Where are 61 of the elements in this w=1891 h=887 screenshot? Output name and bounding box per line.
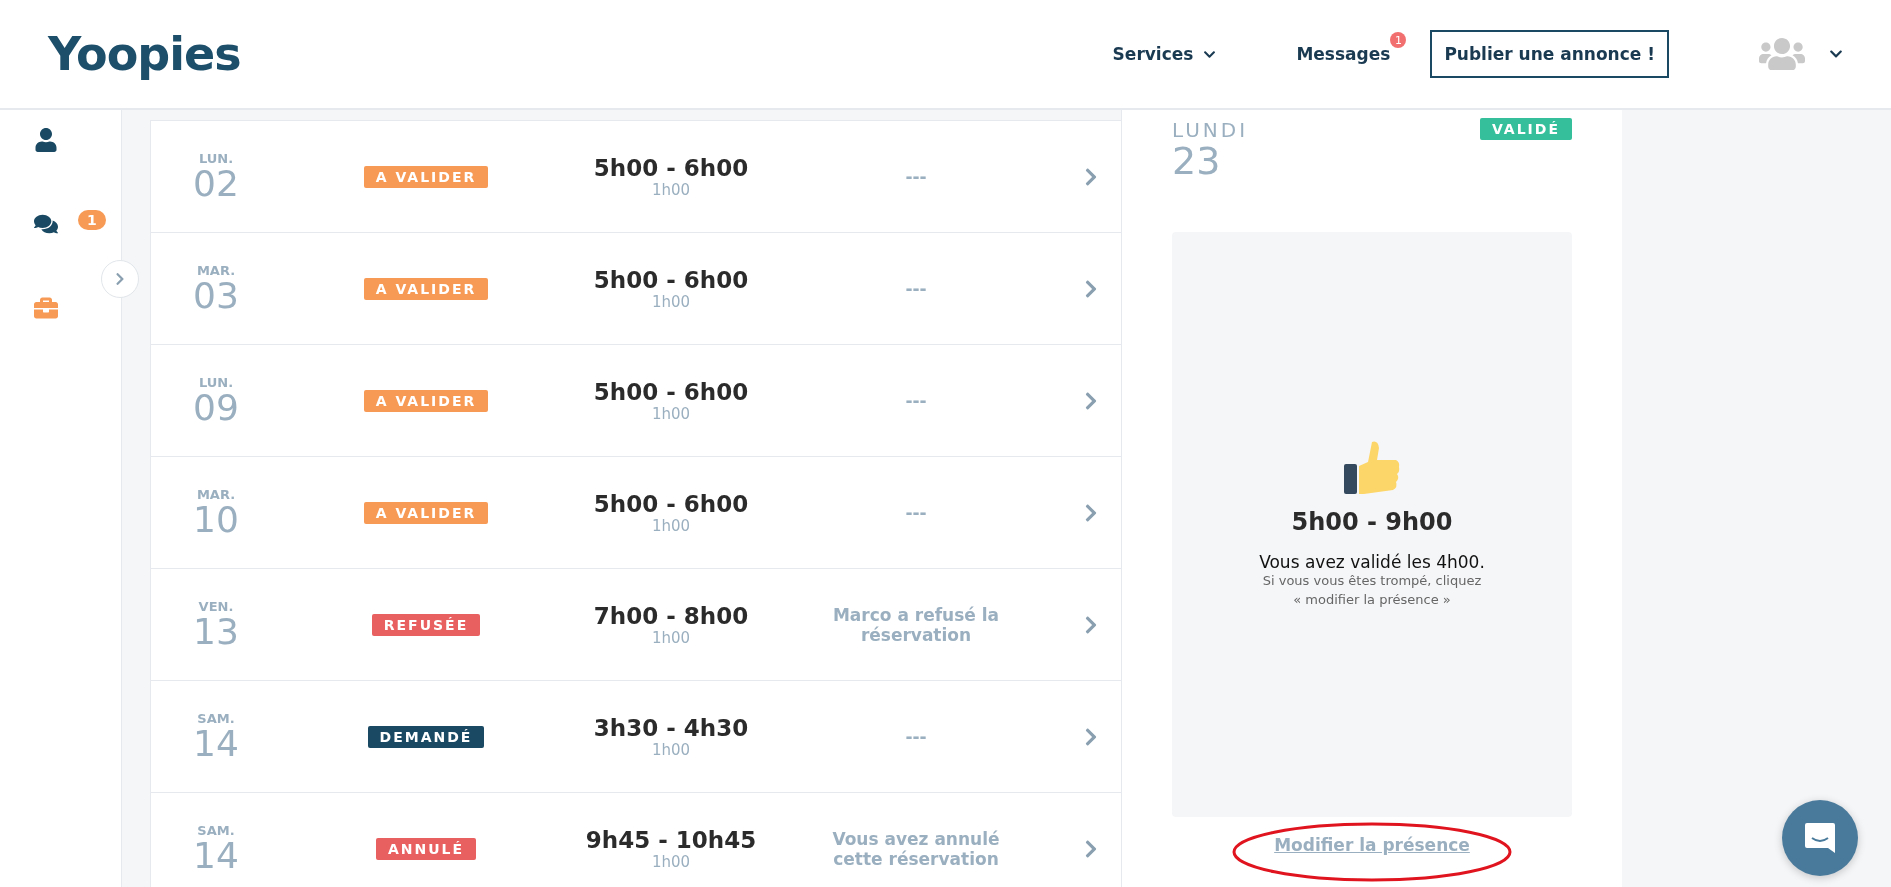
weekday-label: LUN. (198, 375, 234, 390)
notification-badge: 1 (1390, 32, 1407, 48)
nav-link[interactable]: Services (1112, 44, 1217, 64)
briefcase-icon[interactable] (34, 296, 58, 320)
chat-button[interactable] (1782, 800, 1858, 876)
time-range: 5h00 - 6h00 (593, 154, 749, 181)
hint-text: Si vous vous êtes trompé, cliquez « modifier la présence » (1262, 572, 1482, 609)
day-number: 03 (193, 278, 239, 314)
thumbs-up-icon (1344, 440, 1400, 497)
publish-button[interactable]: Publier une annonce ! (1430, 30, 1669, 78)
status-badge: A VALIDER (363, 277, 489, 300)
duration-text: 1h00 (651, 180, 691, 199)
nav-link[interactable]: Messages (1296, 44, 1391, 64)
weekday-label: SAM. (197, 711, 235, 726)
duration-text: 1h00 (651, 516, 691, 535)
day-number: 10 (193, 502, 239, 538)
status-badge: A VALIDER (363, 501, 489, 524)
day-number: 23 (1172, 142, 1222, 180)
booking-note: --- (904, 502, 928, 523)
time-range: 5h00 - 6h00 (593, 490, 749, 517)
booking-note: Marco a refusé la réservation (831, 604, 1001, 645)
time-range: 5h00 - 6h00 (593, 378, 749, 405)
duration-text: 1h00 (651, 852, 691, 871)
status-badge: ANNULÉ (375, 837, 477, 860)
user-icon[interactable] (34, 128, 58, 152)
status-badge: REFUSÉE (371, 613, 481, 636)
count-badge: 1 (78, 210, 106, 230)
duration-text: 1h00 (651, 740, 691, 759)
weekday-label: LUN. (198, 151, 234, 166)
confirmation-message: Vous avez validé les 4h00. (1259, 552, 1485, 573)
day-number: 14 (193, 838, 239, 874)
time-range: 5h00 - 6h00 (593, 266, 749, 293)
day-number: 02 (193, 166, 239, 202)
duration-text: 1h00 (651, 628, 691, 647)
time-range: 5h00 - 9h00 (1291, 508, 1453, 537)
status-badge: VALIDÉ (1479, 118, 1572, 140)
booking-note: --- (904, 726, 928, 747)
booking-note: --- (904, 166, 928, 187)
weekday-label: MAR. (196, 487, 236, 502)
day-number: 13 (193, 614, 239, 650)
weekday-label: VEN. (198, 599, 234, 614)
status-badge: A VALIDER (363, 165, 489, 188)
time-range: 9h45 - 10h45 (585, 826, 757, 853)
duration-text: 1h00 (651, 404, 691, 423)
chat-icon[interactable] (34, 212, 58, 236)
logo[interactable]: Yoopies (48, 27, 241, 81)
booking-note: Vous avez annulé cette réservation (831, 828, 1001, 869)
booking-note: --- (904, 390, 928, 411)
weekday-label: MAR. (196, 263, 236, 278)
day-number: 14 (193, 726, 239, 762)
status-badge: DEMANDÉ (367, 725, 485, 748)
weekday-label: SAM. (197, 823, 235, 838)
weekday-label: LUNDI (1172, 118, 1249, 142)
duration-text: 1h00 (651, 292, 691, 311)
time-range: 3h30 - 4h30 (593, 714, 749, 741)
chat-icon (1803, 821, 1837, 855)
status-badge: A VALIDER (363, 389, 489, 412)
expand-button[interactable] (101, 260, 139, 298)
booking-note: --- (904, 278, 928, 299)
time-range: 7h00 - 8h00 (593, 602, 749, 629)
day-number: 09 (193, 390, 239, 426)
